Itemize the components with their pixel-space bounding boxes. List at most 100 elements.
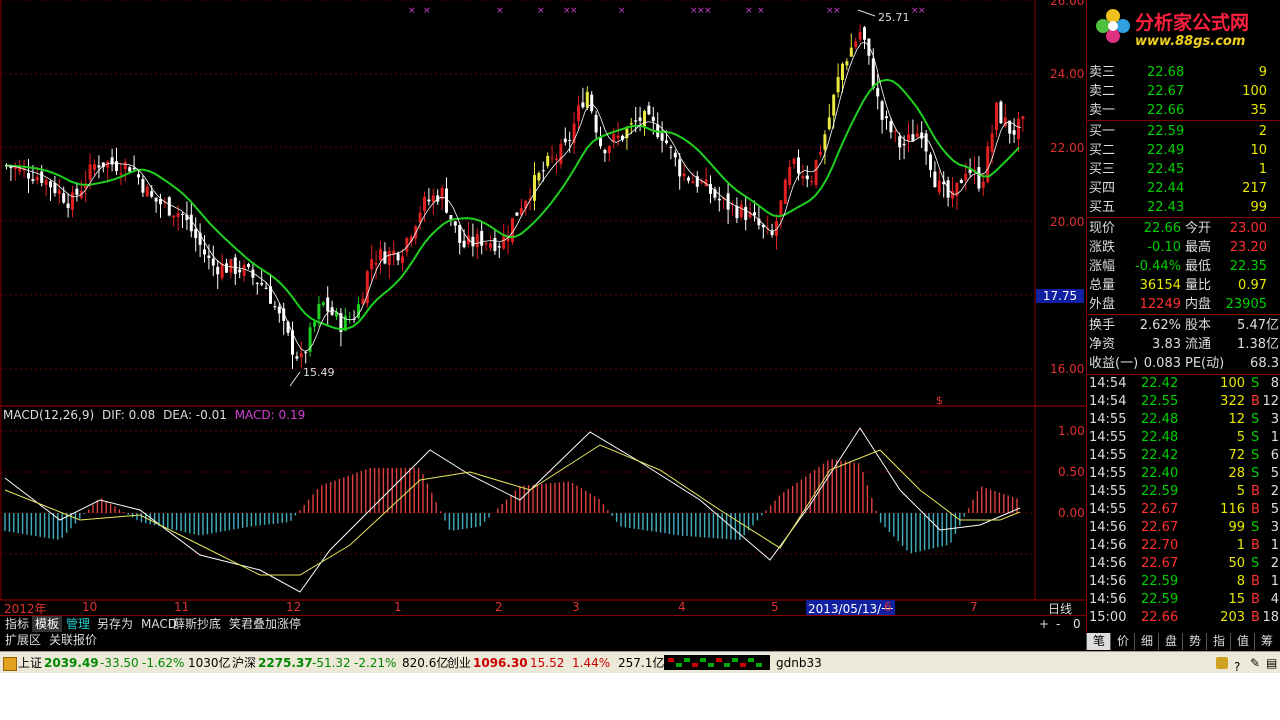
- tick-row: 14:55 22.59 5 B 2: [1087, 483, 1280, 501]
- tick-volume: 5: [1236, 484, 1245, 499]
- tab-price[interactable]: 价: [1110, 633, 1135, 650]
- quote-value: 23.20: [1229, 240, 1267, 255]
- y-label: 26.00: [1050, 0, 1085, 8]
- tick-volume: 8: [1236, 574, 1245, 589]
- tab-xiaojun[interactable]: 笑君叠加涨停: [226, 616, 304, 633]
- x-label: 11: [174, 600, 190, 614]
- candle-body: [260, 283, 264, 285]
- cy-label: 创业: [447, 656, 472, 670]
- tick-side: B: [1251, 592, 1260, 607]
- tick-time: 14:55: [1089, 448, 1127, 463]
- zoom-in-button[interactable]: +: [1036, 616, 1052, 633]
- tick-row: 14:55 22.48 12 S 3: [1087, 411, 1280, 429]
- y-label: 16.00: [1050, 362, 1085, 376]
- tab-xuesi[interactable]: 薛斯抄底: [170, 616, 224, 633]
- tab-trades[interactable]: 笔: [1086, 633, 1111, 650]
- candle-body: [885, 116, 888, 119]
- signal-mark: ×: [496, 6, 504, 16]
- tick-volume: 100: [1220, 376, 1245, 391]
- tick-price: 22.55: [1141, 394, 1179, 409]
- tools-icon[interactable]: ✎: [1250, 652, 1260, 674]
- candle-body: [150, 191, 154, 197]
- tick-count: 18: [1262, 610, 1279, 625]
- buy-row: 买三 22.45 1: [1087, 160, 1280, 179]
- candle-body: [643, 111, 646, 127]
- tab-trend[interactable]: 势: [1182, 633, 1207, 650]
- tick-row: 14:55 22.48 5 S 1: [1087, 429, 1280, 447]
- candle-body: [541, 170, 545, 172]
- candle-body: [546, 155, 550, 166]
- candle-body: [638, 117, 642, 121]
- candle-body: [401, 256, 404, 264]
- candle-body: [242, 264, 246, 276]
- site-logo: 分析家公式网 www.88gs.com: [1087, 0, 1280, 54]
- hs-value: 2275.37: [258, 656, 313, 670]
- buy-volume: 2: [1258, 124, 1267, 139]
- tick-price: 22.48: [1141, 412, 1179, 427]
- quote-label: 最高: [1185, 240, 1212, 255]
- candle-body: [832, 94, 836, 116]
- macd-legend: MACD(12,26,9) DIF: 0.08 DEA: -0.01 MACD:…: [3, 408, 305, 422]
- tab-template[interactable]: 模板: [32, 616, 63, 633]
- market-block: [708, 663, 714, 667]
- tick-side: S: [1251, 520, 1260, 535]
- ma-short-line: [4, 41, 1022, 352]
- tab-extension[interactable]: 扩展区: [2, 632, 44, 649]
- tick-row: 15:00 22.66 203 B 18: [1087, 609, 1280, 627]
- indicator-tabs: 指标 模板 管理 另存为 MACD 薛斯抄底 笑君叠加涨停 + - 0: [0, 615, 1086, 633]
- candle-body: [93, 164, 96, 170]
- buy-price: 22.49: [1147, 143, 1185, 158]
- status-icon: [3, 657, 17, 671]
- kline-chart[interactable]: × × × × × × × × × × × × × × × ×: [0, 0, 1086, 615]
- candle-body: [449, 215, 453, 220]
- buy-price: 22.44: [1147, 181, 1185, 196]
- candle-body: [876, 88, 880, 97]
- candle-body: [797, 157, 800, 174]
- tab-related-quote[interactable]: 关联报价: [46, 632, 100, 649]
- info-label: 换手: [1089, 318, 1116, 333]
- lock-icon[interactable]: [1216, 657, 1228, 669]
- sh-label: 上证: [18, 656, 43, 670]
- sell-label: 卖二: [1089, 84, 1116, 99]
- tab-detail[interactable]: 细: [1134, 633, 1159, 650]
- zoom-reset-button[interactable]: 0: [1070, 616, 1084, 633]
- tick-count: 3: [1270, 520, 1279, 535]
- candle-body: [194, 229, 198, 239]
- candle-body: [57, 190, 61, 195]
- quote-value: 12249: [1139, 297, 1181, 312]
- signal-mark: ×: [570, 6, 578, 16]
- candle-body: [172, 215, 176, 218]
- candle-body: [937, 180, 941, 193]
- tab-board[interactable]: 盘: [1158, 633, 1183, 650]
- signal-mark: ×: [833, 6, 841, 16]
- zoom-out-button[interactable]: -: [1053, 616, 1063, 633]
- tab-chips[interactable]: 筹: [1254, 633, 1279, 650]
- hs-change: -51.32: [312, 656, 351, 670]
- high-mark: 25.71: [878, 11, 910, 24]
- candle-body: [612, 134, 616, 142]
- tab-value[interactable]: 值: [1230, 633, 1255, 650]
- candle-body: [810, 180, 814, 182]
- tab-manage[interactable]: 管理: [63, 616, 93, 633]
- tick-volume: 15: [1228, 592, 1245, 607]
- candle-body: [370, 259, 374, 270]
- tab-index[interactable]: 指: [1206, 633, 1231, 650]
- cy-value: 1096.30: [473, 656, 528, 670]
- cy-amount: 257.1亿: [618, 656, 665, 670]
- quote-row: 涨幅 -0.44% 最低 22.35: [1087, 257, 1280, 276]
- menu-icon[interactable]: ▤: [1266, 652, 1277, 674]
- candle-body: [836, 76, 840, 93]
- candle-body: [35, 176, 39, 181]
- tick-count: 3: [1270, 412, 1279, 427]
- candle-body: [71, 192, 74, 210]
- candle-body: [898, 136, 902, 148]
- x-label: 7: [970, 600, 978, 614]
- tick-side: B: [1251, 394, 1260, 409]
- quote-row: 外盘 12249 内盘 23905: [1087, 295, 1280, 314]
- candle-body: [480, 230, 484, 246]
- tick-volume: 116: [1220, 502, 1245, 517]
- candle-body: [264, 287, 268, 289]
- candle-body: [893, 131, 897, 133]
- tab-indicator[interactable]: 指标: [2, 616, 32, 633]
- tab-save-as[interactable]: 另存为: [94, 616, 136, 633]
